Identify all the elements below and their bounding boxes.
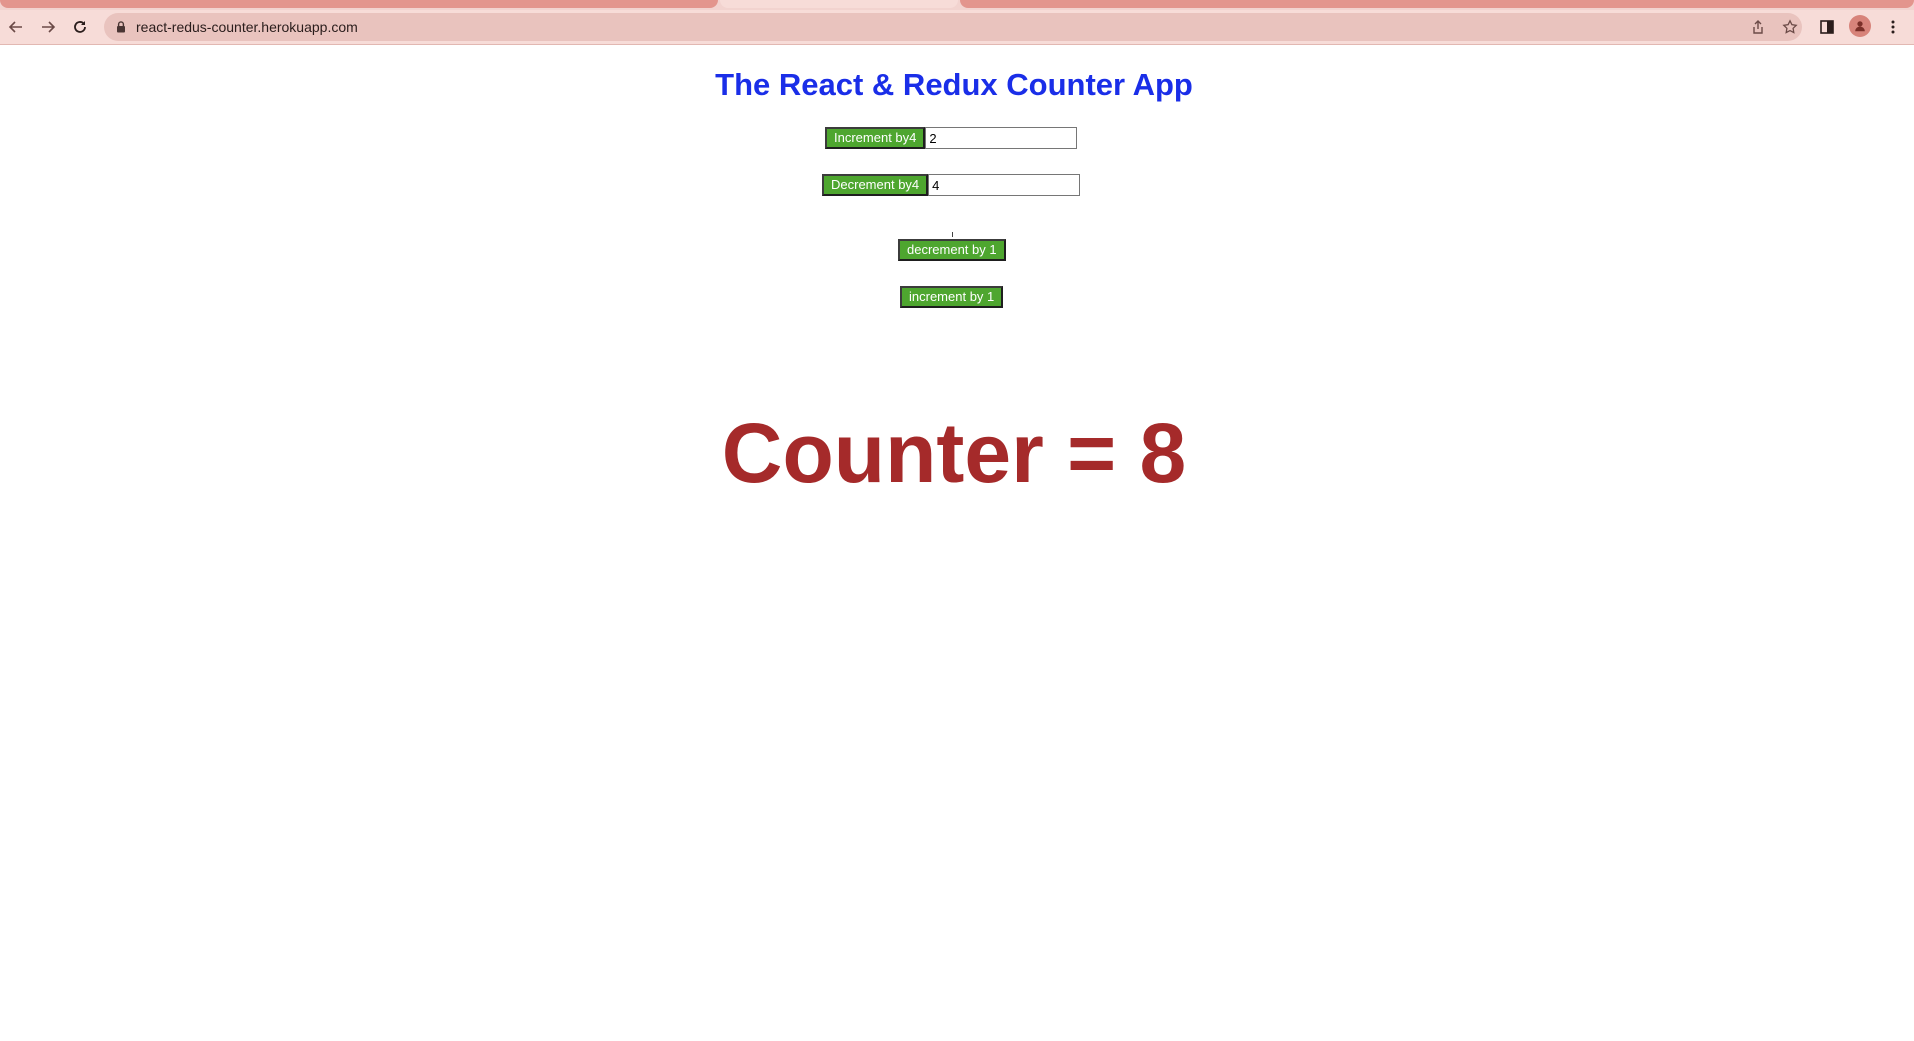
lock-icon [117,21,125,33]
increment-by-button[interactable]: Increment by4 [825,127,926,149]
address-bar[interactable]: react-redus-counter.herokuapp.com [104,13,1802,41]
browser-tab[interactable] [960,0,1914,8]
tab-strip [0,0,1914,10]
page-title: The React & Redux Counter App [715,67,1193,102]
page-content: The React & Redux Counter App Increment … [0,45,1914,1041]
profile-avatar[interactable] [1849,15,1871,37]
user-icon [1855,21,1865,32]
decrement-by-row: Decrement by4 [822,174,1081,196]
side-panel-icon [1820,20,1834,34]
increment-by-row: Increment by4 [825,127,1078,149]
forward-button[interactable] [37,16,59,38]
decrement-by-button[interactable]: Decrement by4 [822,174,929,196]
browser-tab[interactable] [0,0,718,8]
decrement-one-row: decrement by 1 [898,239,1006,261]
side-panel-button[interactable] [1816,16,1838,38]
bookmark-star-icon[interactable] [1782,19,1798,35]
decrement-amount-input[interactable] [928,174,1081,196]
share-icon[interactable] [1750,19,1766,35]
browser-toolbar: react-redus-counter.herokuapp.com [0,10,1914,45]
increment-one-row: increment by 1 [900,286,1004,308]
decrement-by-one-button[interactable]: decrement by 1 [898,239,1006,261]
arrow-left-icon [8,21,22,33]
kebab-menu-icon [1891,20,1895,34]
reload-button[interactable] [69,16,91,38]
increment-amount-input[interactable] [925,127,1078,149]
arrow-right-icon [42,21,56,33]
menu-button[interactable] [1882,16,1904,38]
back-button[interactable] [5,16,27,38]
increment-by-one-button[interactable]: increment by 1 [900,286,1004,308]
url-text: react-redus-counter.herokuapp.com [136,19,358,35]
counter-display: Counter = 8 [721,406,1187,500]
reload-icon [74,21,86,33]
divider-mark [952,232,953,237]
browser-tab-active[interactable] [720,0,958,8]
